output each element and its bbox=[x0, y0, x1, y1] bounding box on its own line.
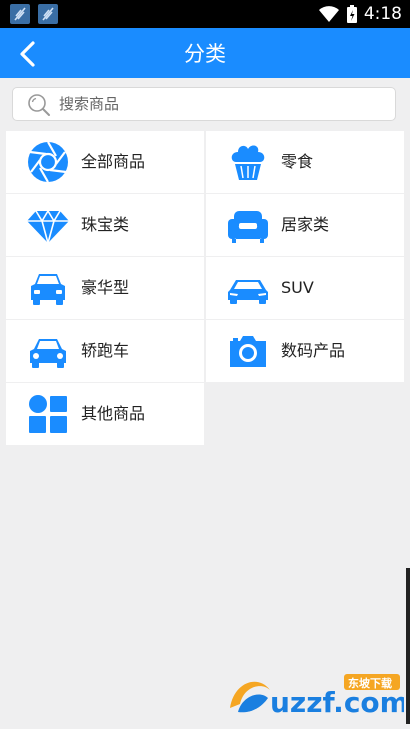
car-front-icon bbox=[31, 274, 65, 305]
status-bar: 4:18 bbox=[0, 0, 410, 28]
category-snacks[interactable]: 零食 bbox=[206, 131, 404, 193]
category-label: 居家类 bbox=[281, 215, 330, 234]
watermark-logo: uzzf.com 东坡下载 bbox=[224, 668, 409, 722]
category-coupe[interactable]: 轿跑车 bbox=[6, 320, 204, 382]
grid-blocks-icon bbox=[29, 395, 67, 433]
category-label: 豪华型 bbox=[81, 278, 130, 297]
search-icon bbox=[28, 94, 50, 116]
diamond-icon bbox=[27, 210, 69, 247]
category-other[interactable]: 其他商品 bbox=[6, 383, 204, 445]
watermark-tagline: 东坡下载 bbox=[348, 676, 392, 690]
search-input[interactable] bbox=[59, 88, 379, 120]
category-label: 数码产品 bbox=[281, 341, 346, 360]
category-digital[interactable]: 数码产品 bbox=[206, 320, 404, 382]
category-suv[interactable]: SUV bbox=[206, 257, 404, 319]
car-side-icon bbox=[228, 280, 268, 304]
battery-icon bbox=[346, 5, 357, 23]
search-box[interactable] bbox=[12, 87, 396, 121]
chevron-left-icon bbox=[20, 41, 35, 67]
header-bar: 分类 bbox=[0, 28, 410, 78]
category-label: 零食 bbox=[281, 152, 314, 171]
camera-icon bbox=[230, 336, 266, 367]
category-label: 珠宝类 bbox=[81, 215, 130, 234]
category-luxury[interactable]: 豪华型 bbox=[6, 257, 204, 319]
category-all-products[interactable]: 全部商品 bbox=[6, 131, 204, 193]
category-label: SUV bbox=[281, 278, 314, 297]
category-jewelry[interactable]: 珠宝类 bbox=[6, 194, 204, 256]
sedan-icon bbox=[30, 339, 66, 368]
wifi-icon bbox=[318, 6, 339, 22]
category-label: 全部商品 bbox=[81, 152, 146, 171]
cupcake-icon bbox=[231, 145, 265, 180]
category-home[interactable]: 居家类 bbox=[206, 194, 404, 256]
category-label: 其他商品 bbox=[81, 404, 146, 423]
back-button[interactable] bbox=[14, 39, 44, 69]
edge-shadow bbox=[406, 568, 410, 724]
aperture-icon bbox=[28, 141, 68, 183]
page-title: 分类 bbox=[184, 42, 226, 66]
category-label: 轿跑车 bbox=[81, 341, 130, 360]
clock-time: 4:18 bbox=[363, 4, 402, 24]
watermark-brand: uzzf.com bbox=[270, 686, 404, 719]
notification-icon bbox=[38, 4, 58, 24]
notification-icon bbox=[10, 4, 30, 24]
sofa-icon bbox=[228, 211, 268, 243]
